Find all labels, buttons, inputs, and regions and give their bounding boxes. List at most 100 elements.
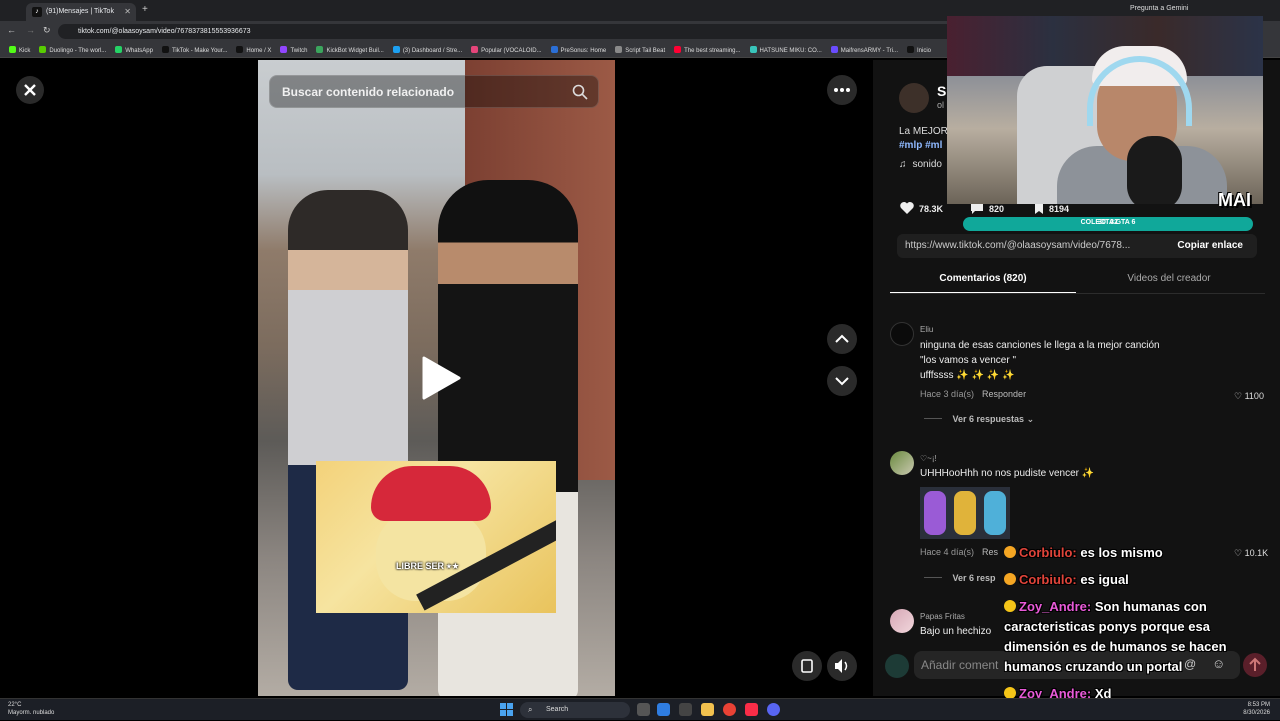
bookmark-item[interactable]: Twitch [280, 46, 307, 54]
post-sound[interactable]: ♫ sonido [899, 159, 942, 170]
bookmark-label: HATSUNE MIKU: CO... [759, 48, 822, 54]
emoji-icon[interactable]: ☺ [1212, 656, 1225, 671]
comment-count: 820 [989, 204, 1005, 214]
comment-time: Hace 3 día(s) [920, 389, 975, 399]
author-name[interactable]: S [937, 83, 946, 99]
bookmark-item[interactable]: Script Tail Beat [615, 46, 665, 54]
comment-sticker-image [920, 487, 1010, 539]
comment-username[interactable]: ♡~¡! [920, 454, 937, 463]
chat-message: Corbiulo: es igual [1004, 570, 1129, 590]
close-button[interactable] [16, 76, 44, 104]
copy-link-button[interactable]: Copiar enlace [1177, 240, 1243, 251]
search-icon[interactable] [572, 84, 588, 100]
view-replies-button[interactable]: Ver 6 respuestas ⌄ [924, 414, 1035, 425]
edge-icon[interactable] [657, 703, 670, 716]
comment-like[interactable]: ♡ 10.1K [1234, 548, 1268, 559]
previous-video-button[interactable] [827, 324, 857, 354]
stream-brand-logo: MAI [1218, 190, 1251, 210]
avatar[interactable] [890, 322, 914, 346]
avatar[interactable] [890, 609, 914, 633]
post-hashtags[interactable]: #mlp #ml [899, 140, 942, 151]
bookmark-item[interactable]: Popular (VOCALOID... [471, 46, 542, 54]
author-avatar[interactable] [899, 83, 929, 113]
bookmark-item[interactable]: Kick [9, 46, 30, 54]
windows-start-icon[interactable] [500, 703, 513, 716]
bookmark-favicon-icon [615, 46, 623, 53]
file-explorer-icon[interactable] [701, 703, 714, 716]
taskbar-search[interactable]: ⌕ Search [520, 702, 630, 718]
reload-icon[interactable]: ↻ [43, 25, 51, 36]
avatar[interactable] [890, 451, 914, 475]
clock-date: 8/30/2026 [1243, 710, 1270, 716]
inset-image: LIBRE SER ⭑★ [316, 461, 556, 613]
system-clock[interactable]: 8:53 PM 8/30/2026 [1243, 701, 1270, 717]
bookmark-label: PreSonus: Home [560, 48, 607, 54]
bookmark-favicon-icon [749, 46, 757, 53]
bookmark-label: Duolingo - The worl... [49, 48, 107, 54]
bookmark-item[interactable]: PreSonus: Home [550, 46, 607, 54]
new-tab-icon[interactable]: + [142, 4, 148, 15]
forward-icon[interactable]: → [26, 25, 35, 35]
inset-hat [371, 466, 491, 521]
gemini-button[interactable]: Pregunta a Gemini [1130, 5, 1188, 12]
bookmark-favicon-icon [39, 46, 47, 53]
share-link-text[interactable]: https://www.tiktok.com/@olaasoysam/video… [905, 240, 1130, 251]
chevron-up-icon [835, 334, 849, 343]
comment-username[interactable]: Papas Fritas [920, 612, 965, 621]
bookmark-label: (3) Dashboard / Stre... [402, 48, 463, 54]
bookmark-label: Inicio [916, 48, 931, 54]
bookmark-item[interactable]: The best streaming... [674, 46, 741, 54]
bookmark-item[interactable]: Duolingo - The worl... [39, 46, 106, 54]
chrome-icon[interactable] [723, 703, 736, 716]
back-icon[interactable]: ← [7, 25, 16, 35]
bookmark-favicon-icon [316, 46, 324, 53]
bookmark-item[interactable]: KickBot Widget Buil... [316, 46, 384, 54]
play-icon[interactable] [420, 355, 462, 401]
discord-icon[interactable] [767, 703, 780, 716]
settings-icon[interactable] [679, 703, 692, 716]
comment-time: Hace 4 día(s) [920, 547, 975, 557]
bookmark-item[interactable]: TikTok - Make Your... [161, 46, 227, 54]
volume-button[interactable] [827, 651, 857, 681]
bookmark-label: KickBot Widget Buil... [326, 48, 384, 54]
bookmark-favicon-icon [115, 46, 123, 53]
bookmark-item[interactable]: WhatsApp [115, 46, 153, 54]
heart-outline-icon: ♡ [1234, 391, 1243, 401]
bookmark-item[interactable]: MaifrensARMY - Tri... [830, 46, 898, 54]
like-stat[interactable]: 78.3K [899, 201, 943, 215]
mention-icon[interactable]: @ [1184, 657, 1196, 671]
related-search-input[interactable]: Buscar contenido relacionado [269, 75, 599, 108]
view-replies-label: Ver 6 resp [952, 573, 996, 583]
close-tab-icon[interactable]: ✕ [124, 7, 131, 16]
tab-comments[interactable]: Comentarios (820) [890, 273, 1076, 284]
bookmark-label: Home / X [246, 48, 272, 54]
bookmark-item[interactable]: Home / X [236, 46, 271, 54]
view-replies-button[interactable]: Ver 6 resp [924, 573, 996, 583]
comment-line: ninguna de esas canciones le llega a la … [920, 340, 1160, 351]
tab-creator-videos[interactable]: Videos del creador [1076, 273, 1262, 284]
reply-button[interactable]: Responder [982, 389, 1026, 399]
comment-text: ninguna de esas canciones le llega a la … [920, 338, 1160, 383]
volume-icon [835, 659, 848, 673]
inset-caption: LIBRE SER ⭑★ [396, 561, 460, 571]
bookmark-favicon-icon [236, 46, 244, 53]
miniplayer-button[interactable] [792, 651, 822, 681]
comment-like[interactable]: ♡ 1100 [1234, 391, 1264, 402]
bookmark-item[interactable]: (3) Dashboard / Stre... [392, 46, 463, 54]
chat-text: Son humanas con [1091, 599, 1207, 614]
bookmark-item[interactable]: HATSUNE MIKU: CO... [749, 46, 822, 54]
bookmark-favicon-icon [392, 46, 400, 53]
browser-tab[interactable]: ♪ (91)Mensajes | TikTok ✕ [26, 3, 136, 21]
my-avatar [885, 654, 909, 678]
send-comment-button[interactable] [1243, 653, 1267, 677]
next-video-button[interactable] [827, 366, 857, 396]
bookmark-item[interactable]: Inicio [906, 46, 931, 54]
more-options-button[interactable] [827, 75, 857, 105]
comment-username[interactable]: Eliu [920, 325, 933, 334]
tiktok-icon: ♪ [32, 7, 42, 17]
tab-title: (91)Mensajes | TikTok [46, 8, 114, 15]
weather-widget[interactable]: 22°C Mayorm. nublado [8, 701, 54, 717]
reply-button[interactable]: Res [982, 547, 998, 557]
task-view-icon[interactable] [637, 703, 650, 716]
music-icon[interactable] [745, 703, 758, 716]
